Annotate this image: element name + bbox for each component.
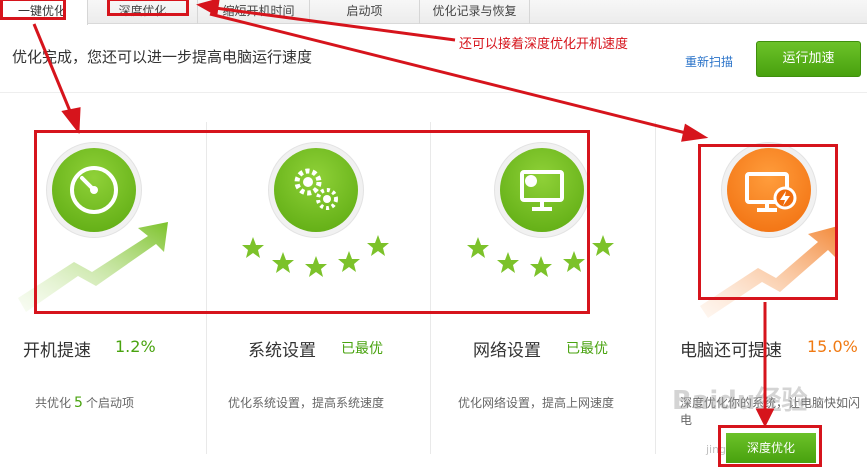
arrow-head-icon <box>755 408 775 428</box>
optimizer-window: 一键优化 深度优化 缩短开机时间 启动项 优化记录与恢复 优化完成，您还可以进一… <box>0 0 867 475</box>
annotation-arrows <box>32 0 775 428</box>
arrow-head-icon <box>681 123 709 142</box>
arrow-head-icon <box>61 107 81 135</box>
arrow-head-icon <box>196 0 220 17</box>
